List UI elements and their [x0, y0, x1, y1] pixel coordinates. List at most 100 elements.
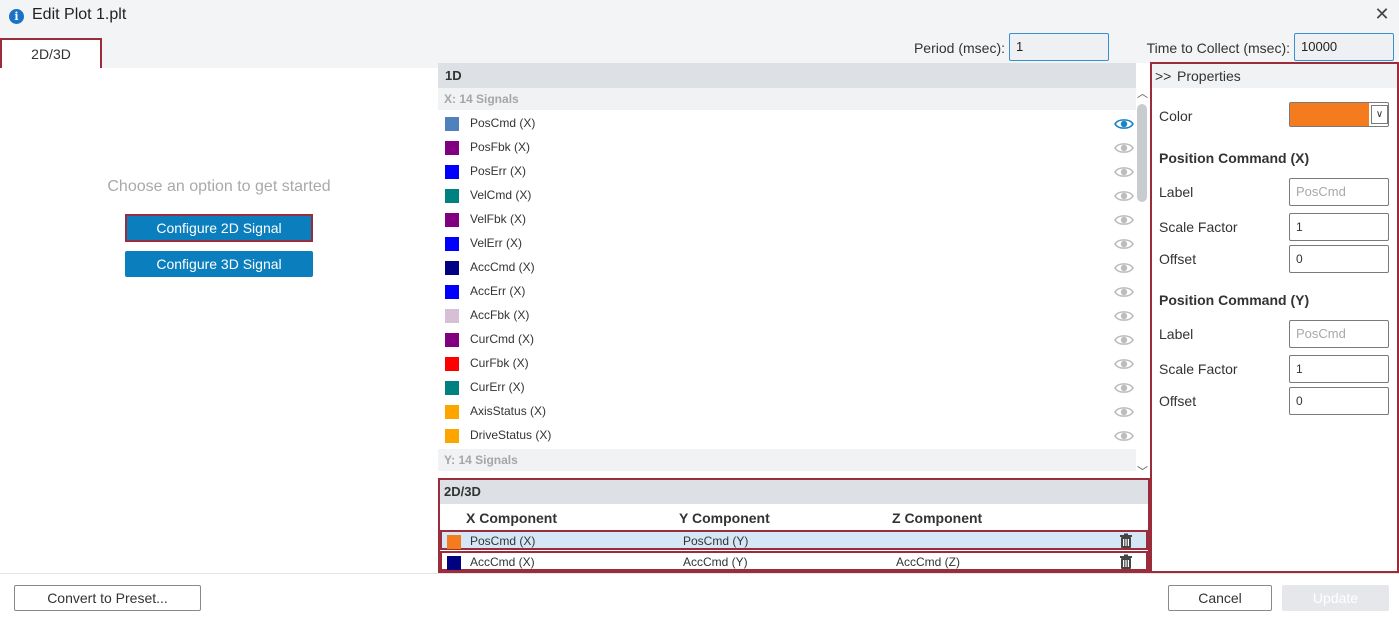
color-label: Color: [1159, 108, 1193, 124]
signal-label: AccFbk (X): [470, 308, 530, 322]
properties-panel: >> Properties Color ∨ Position Command (…: [1150, 62, 1399, 573]
eye-icon[interactable]: [1114, 141, 1134, 155]
section-position-command-y: Position Command (Y): [1159, 292, 1310, 308]
signal-label: VelErr (X): [470, 236, 523, 250]
group-header-y: Y: 14 Signals: [438, 449, 1136, 471]
scroll-down-icon[interactable]: ﹀: [1137, 466, 1148, 478]
eye-icon[interactable]: [1114, 429, 1134, 443]
properties-title: Properties: [1177, 68, 1241, 84]
signal-row[interactable]: VelFbk (X): [438, 208, 1136, 232]
signal-color-swatch: [445, 189, 459, 203]
signal-label: AccErr (X): [470, 284, 526, 298]
scroll-thumb[interactable]: [1137, 104, 1147, 202]
cancel-button[interactable]: Cancel: [1168, 585, 1272, 611]
scale-factor-input-y[interactable]: 1: [1289, 355, 1389, 383]
signal-label: CurFbk (X): [470, 356, 529, 370]
label-input-y[interactable]: PosCmd: [1289, 320, 1389, 348]
signal-label: CurErr (X): [470, 380, 525, 394]
signal-color-swatch: [445, 357, 459, 371]
signals-panel: 1D X: 14 Signals PosCmd (X) PosFbk (X) Pos…: [438, 63, 1150, 478]
group-header-x: X: 14 Signals: [438, 88, 1136, 110]
component-row[interactable]: AccCmd (X) AccCmd (Y) AccCmd (Z): [440, 551, 1148, 571]
signal-row[interactable]: PosErr (X): [438, 160, 1136, 184]
signal-row[interactable]: AccErr (X): [438, 280, 1136, 304]
chevron-down-icon[interactable]: ∨: [1371, 105, 1388, 124]
signal-row[interactable]: CurFbk (X): [438, 352, 1136, 376]
signal-label: PosFbk (X): [470, 140, 531, 154]
signal-color-swatch: [445, 381, 459, 395]
signal-color-swatch: [445, 165, 459, 179]
eye-icon[interactable]: [1114, 405, 1134, 419]
signal-row[interactable]: AxisStatus (X): [438, 400, 1136, 424]
update-button[interactable]: Update: [1282, 585, 1389, 611]
signal-label: VelCmd (X): [470, 188, 532, 202]
signal-label: PosErr (X): [470, 164, 527, 178]
signals-header: 1D: [438, 63, 1136, 88]
configure-2d-signal-button[interactable]: Configure 2D Signal: [125, 214, 313, 242]
signal-row[interactable]: VelCmd (X): [438, 184, 1136, 208]
signal-row[interactable]: PosCmd (X): [438, 112, 1136, 136]
eye-icon[interactable]: [1114, 165, 1134, 179]
trash-icon[interactable]: [1118, 554, 1134, 570]
eye-icon[interactable]: [1114, 237, 1134, 251]
signal-color-swatch: [445, 429, 459, 443]
eye-icon[interactable]: [1114, 213, 1134, 227]
component-row[interactable]: PosCmd (X) PosCmd (Y): [440, 530, 1148, 550]
eye-icon[interactable]: [1114, 309, 1134, 323]
signal-label: AccCmd (X): [470, 260, 535, 274]
signal-label: AxisStatus (X): [470, 404, 547, 418]
signal-color-swatch: [445, 117, 459, 131]
component-color-swatch: [447, 535, 461, 549]
scale-factor-input-x[interactable]: 1: [1289, 213, 1389, 241]
component-y: PosCmd (Y): [683, 534, 749, 548]
signal-color-swatch: [445, 333, 459, 347]
label-label-y: Label: [1159, 326, 1194, 342]
label-input-x[interactable]: PosCmd: [1289, 178, 1389, 206]
eye-icon[interactable]: [1114, 381, 1134, 395]
eye-icon[interactable]: [1114, 261, 1134, 275]
component-z: AccCmd (Z): [896, 555, 960, 569]
component-y: AccCmd (Y): [683, 555, 748, 569]
configure-3d-signal-button[interactable]: Configure 3D Signal: [125, 251, 313, 277]
signal-row[interactable]: PosFbk (X): [438, 136, 1136, 160]
eye-icon[interactable]: [1114, 333, 1134, 347]
get-started-prompt: Choose an option to get started: [107, 178, 331, 195]
eye-icon[interactable]: [1114, 189, 1134, 203]
component-color-swatch: [447, 556, 461, 570]
signals-scrollbar[interactable]: ︿ ﹀: [1136, 88, 1148, 478]
signal-row[interactable]: AccFbk (X): [438, 304, 1136, 328]
signal-row[interactable]: CurCmd (X): [438, 328, 1136, 352]
title-bar: i Edit Plot 1.plt ✕: [0, 0, 1399, 33]
scroll-up-icon[interactable]: ︿: [1137, 88, 1148, 100]
signal-label: VelFbk (X): [470, 212, 527, 226]
signal-label: DriveStatus (X): [470, 428, 552, 442]
signal-row[interactable]: CurErr (X): [438, 376, 1136, 400]
scale-factor-label-x: Scale Factor: [1159, 219, 1238, 235]
tab-2d3d[interactable]: 2D/3D: [0, 38, 102, 70]
properties-header: >> Properties: [1152, 64, 1397, 88]
eye-icon[interactable]: [1114, 117, 1134, 131]
components-panel: 2D/3D X Component Y Component Z Componen…: [438, 478, 1150, 573]
eye-icon[interactable]: [1114, 357, 1134, 371]
offset-label-x: Offset: [1159, 251, 1197, 267]
signal-row[interactable]: AccCmd (X): [438, 256, 1136, 280]
color-swatch[interactable]: [1290, 103, 1369, 126]
eye-icon[interactable]: [1114, 285, 1134, 299]
window-title: Edit Plot 1.plt: [32, 6, 127, 23]
collapse-chevron-icon[interactable]: >>: [1155, 64, 1173, 88]
time-to-collect-input[interactable]: 10000: [1294, 33, 1394, 61]
signal-label: CurCmd (X): [470, 332, 535, 346]
period-input[interactable]: 1: [1009, 33, 1109, 61]
signal-color-swatch: [445, 213, 459, 227]
signal-row[interactable]: DriveStatus (X): [438, 424, 1136, 448]
color-dropdown[interactable]: ∨: [1289, 102, 1389, 127]
close-icon[interactable]: ✕: [1372, 4, 1392, 24]
signal-color-swatch: [445, 237, 459, 251]
signal-row[interactable]: VelErr (X): [438, 232, 1136, 256]
offset-input-y[interactable]: 0: [1289, 387, 1389, 415]
convert-to-preset-button[interactable]: Convert to Preset...: [14, 585, 201, 611]
time-to-collect-label: Time to Collect (msec):: [1146, 40, 1290, 56]
offset-input-x[interactable]: 0: [1289, 245, 1389, 273]
col-x-component: X Component: [466, 510, 557, 526]
trash-icon[interactable]: [1118, 533, 1134, 549]
